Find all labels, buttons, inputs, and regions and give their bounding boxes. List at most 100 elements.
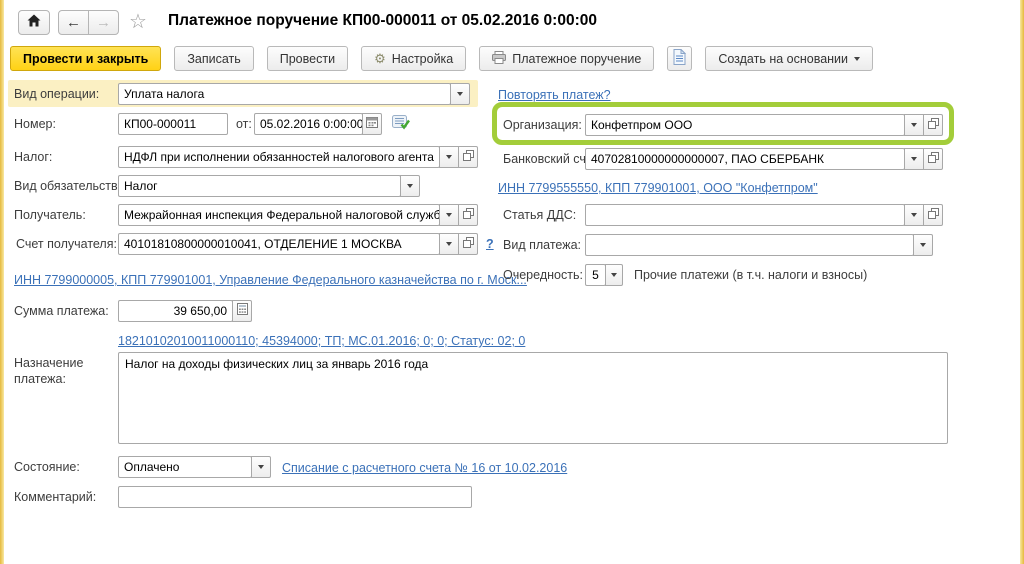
dds-item-input[interactable] [585,204,905,226]
recipient-input[interactable]: Межрайонная инспекция Федеральной налого… [118,204,440,226]
document-report-button[interactable] [667,46,692,71]
chevron-down-icon [911,157,917,161]
state-field: Оплачено [118,456,271,478]
priority-field: 5 [585,264,623,286]
recipient-account-dropdown-button[interactable] [439,233,459,255]
chevron-down-icon [446,213,452,217]
amount-input[interactable]: 39 650,00 [118,300,233,322]
purpose-textarea[interactable]: Налог на доходы физических лиц за январь… [118,352,948,444]
repeat-payment-link[interactable]: Повторять платеж? [498,87,611,103]
purpose-label: Назначение платежа: [14,355,100,387]
bank-account-dropdown-button[interactable] [904,148,924,170]
date-input[interactable]: 05.02.2016 0:00:00 [254,113,363,135]
chevron-down-icon [911,213,917,217]
tax-input[interactable]: НДФЛ при исполнении обязанностей налогов… [118,146,440,168]
operation-label: Вид операции: [14,83,99,105]
priority-label: Очередность: [503,264,583,286]
comment-field [118,486,472,508]
kbk-requisites-link[interactable]: 18210102010011000110; 45394000; ТП; МС.0… [118,333,525,349]
organization-dropdown-button[interactable] [904,114,924,136]
dds-item-label: Статья ДДС: [503,204,576,226]
back-arrow-icon: ← [66,14,81,31]
dds-item-field [585,204,943,226]
obligation-label: Вид обязательства: [14,175,128,197]
recipient-account-input[interactable]: 40101810800000010041, ОТДЕЛЕНИЕ 1 МОСКВА [118,233,440,255]
state-input[interactable]: Оплачено [118,456,252,478]
priority-dropdown-button[interactable] [605,264,623,286]
payment-kind-input[interactable] [585,234,914,256]
favorites-star-icon[interactable]: ☆ [129,9,147,34]
organization-field: Конфетпром ООО [585,114,943,136]
organization-requisites-link[interactable]: ИНН 7799555550, КПП 779901001, ООО "Конф… [498,180,818,196]
open-icon [463,148,474,166]
chevron-down-icon [457,92,463,96]
obligation-input[interactable]: Налог [118,175,401,197]
printer-icon [492,51,506,67]
recipient-account-label: Счет получателя: [16,233,117,255]
obligation-field: Налог [118,175,420,197]
payment-kind-field [585,234,933,256]
number-input[interactable]: КП00-000011 [118,113,228,135]
bank-account-input[interactable]: 40702810000000000007, ПАО СБЕРБАНК [585,148,905,170]
comment-input[interactable] [118,486,472,508]
chevron-down-icon [258,465,264,469]
recipient-open-button[interactable] [458,204,478,226]
back-button[interactable]: ← [58,10,89,35]
recipient-account-field: 40101810800000010041, ОТДЕЛЕНИЕ 1 МОСКВА [118,233,478,255]
amount-field: 39 650,00 [118,300,252,322]
tax-open-button[interactable] [458,146,478,168]
organization-label: Организация: [503,114,582,136]
open-icon [928,116,939,134]
recipient-dropdown-button[interactable] [439,204,459,226]
recipient-account-open-button[interactable] [458,233,478,255]
date-prefix-label: от: [236,113,252,135]
write-button[interactable]: Записать [174,46,253,71]
state-label: Состояние: [14,456,80,478]
organization-input[interactable]: Конфетпром ООО [585,114,905,136]
recipient-label: Получатель: [14,204,86,226]
chevron-down-icon [911,123,917,127]
create-based-on-button[interactable]: Создать на основании [705,46,873,71]
date-field: 05.02.2016 0:00:00 [254,113,382,135]
post-button[interactable]: Провести [267,46,348,71]
dds-item-dropdown-button[interactable] [904,204,924,226]
operation-dropdown-button[interactable] [450,83,470,105]
tax-dropdown-button[interactable] [439,146,459,168]
print-payment-order-button[interactable]: Платежное поручение [479,46,654,71]
window-frame-right [1020,0,1024,564]
toolbar: Провести и закрыть Записать Провести ⚙ Н… [10,46,873,71]
calculator-button[interactable] [232,300,252,322]
history-nav: ← → [58,10,119,35]
organization-open-button[interactable] [923,114,943,136]
account-help-link[interactable]: ? [486,237,494,251]
obligation-dropdown-button[interactable] [400,175,420,197]
post-and-close-button[interactable]: Провести и закрыть [10,46,161,71]
forward-button[interactable]: → [88,10,119,35]
priority-input[interactable]: 5 [585,264,606,286]
calendar-icon [366,115,378,133]
state-dropdown-button[interactable] [251,456,271,478]
home-icon [27,14,41,32]
open-icon [463,206,474,224]
chevron-down-icon [407,184,413,188]
calculator-icon [237,302,248,320]
writeoff-document-link[interactable]: Списание с расчетного счета № 16 от 10.0… [282,460,567,476]
forward-arrow-icon: → [96,14,111,31]
tax-label: Налог: [14,146,52,168]
chevron-down-icon [446,242,452,246]
chevron-down-icon [920,243,926,247]
open-icon [463,235,474,253]
number-label: Номер: [14,113,56,135]
calendar-button[interactable] [362,113,382,135]
settings-button[interactable]: ⚙ Настройка [361,46,466,71]
bank-account-field: 40702810000000000007, ПАО СБЕРБАНК [585,148,943,170]
recipient-requisites-link[interactable]: ИНН 7799000005, КПП 779901001, Управлени… [14,272,527,288]
comment-label: Комментарий: [14,486,96,508]
dds-item-open-button[interactable] [923,204,943,226]
operation-input[interactable]: Уплата налога [118,83,451,105]
home-button[interactable] [18,10,50,35]
payment-kind-dropdown-button[interactable] [913,234,933,256]
tax-field: НДФЛ при исполнении обязанностей налогов… [118,146,478,168]
gear-icon: ⚙ [374,51,386,67]
bank-account-open-button[interactable] [923,148,943,170]
